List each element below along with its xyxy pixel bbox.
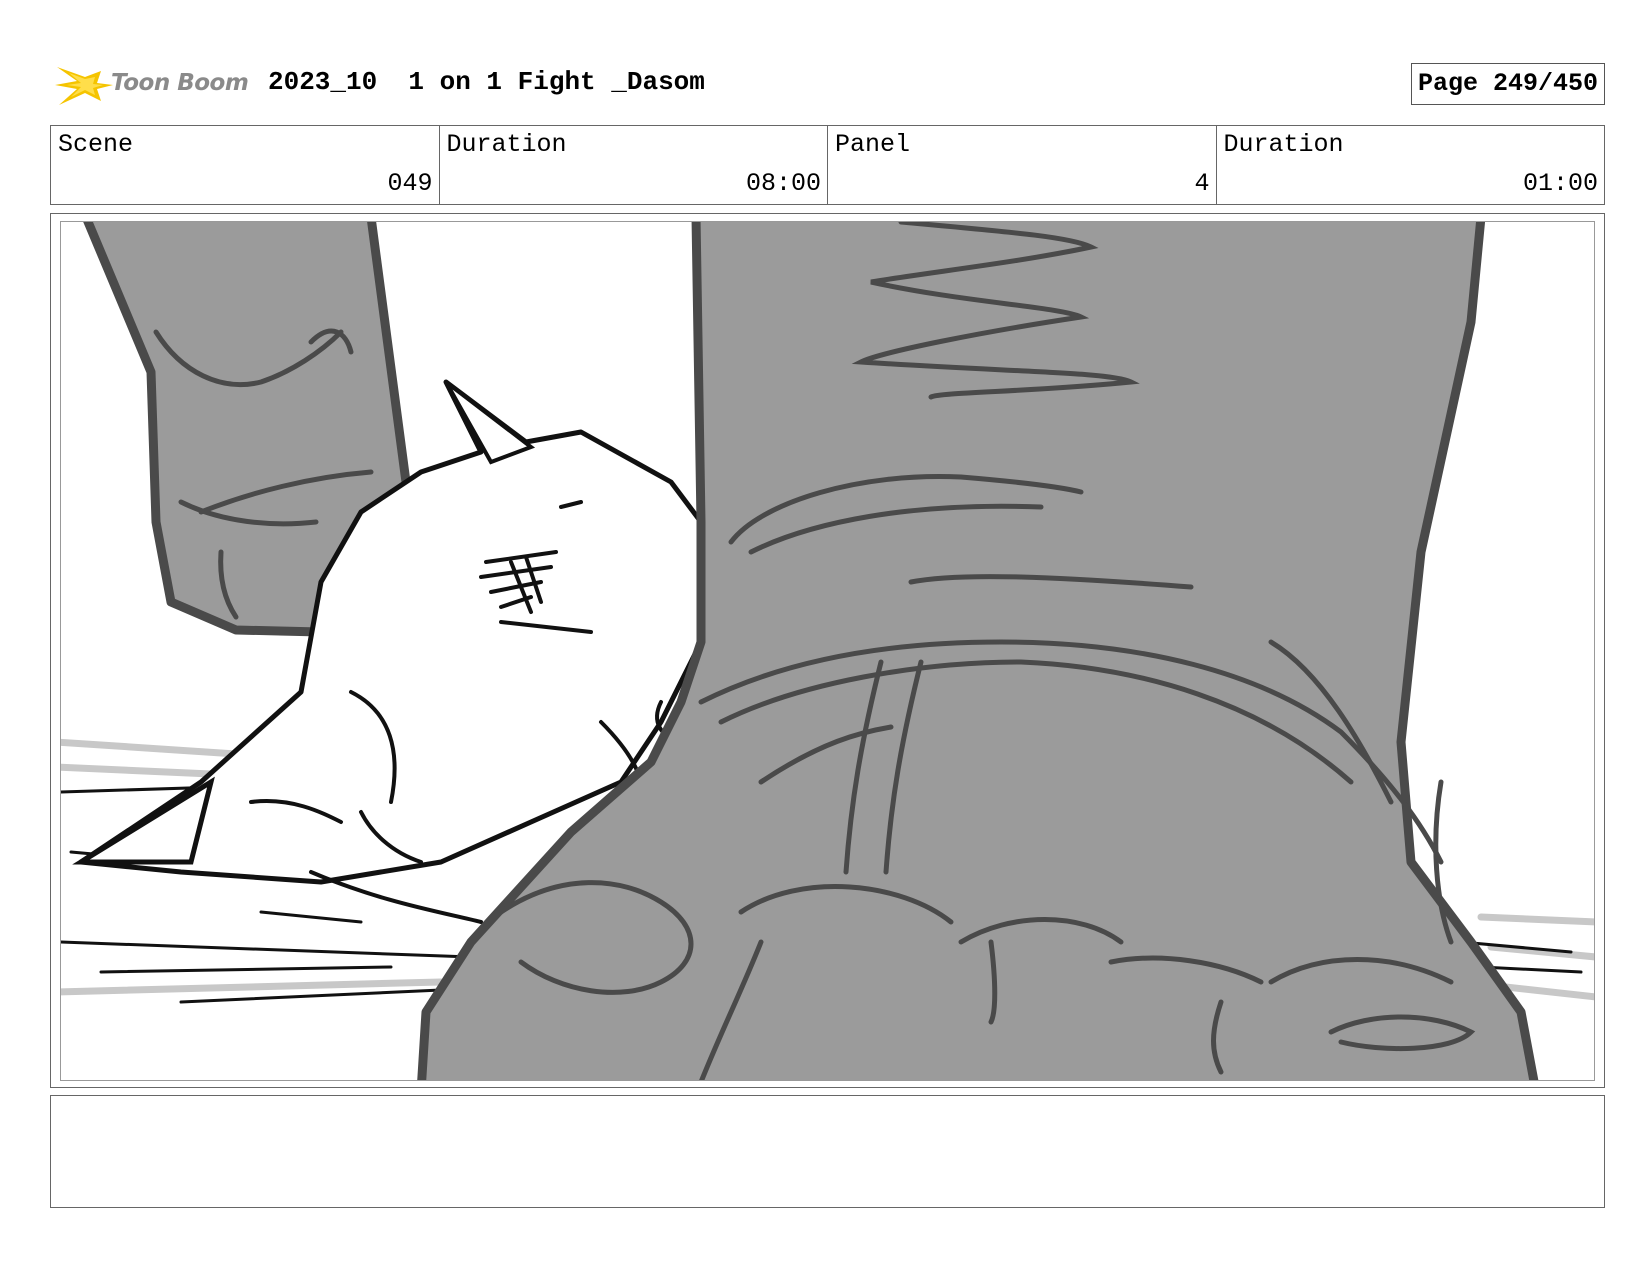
toon-boom-logo: Toon Boom [55, 59, 255, 105]
document-title: 2023_10 1 on 1 Fight _Dasom [268, 67, 705, 97]
scene-value: 049 [387, 169, 433, 198]
starburst-icon [55, 67, 113, 105]
panel-duration-value: 01:00 [1522, 169, 1598, 198]
panel-cell: Panel 4 [828, 126, 1217, 204]
storyboard-sketch [60, 221, 1595, 1081]
scene-duration-value: 08:00 [745, 169, 821, 198]
scene-cell: Scene 049 [51, 126, 440, 204]
scene-duration-label: Duration [446, 130, 567, 159]
panel-value: 4 [1194, 169, 1210, 198]
logo-wordmark: Toon Boom [111, 70, 249, 96]
scene-duration-cell: Duration 08:00 [440, 126, 828, 204]
panel-duration-label: Duration [1223, 130, 1344, 159]
panel-info-row: Scene 049 Duration 08:00 Panel 4 Duratio… [50, 125, 1605, 205]
panel-duration-cell: Duration 01:00 [1217, 126, 1605, 204]
sketch-drawing [61, 222, 1594, 1080]
scene-label: Scene [58, 130, 134, 159]
page-counter: Page 249/450 [1410, 63, 1605, 105]
panel-label: Panel [835, 130, 911, 159]
notes-box [50, 1095, 1605, 1208]
page-header: Toon Boom 2023_10 1 on 1 Fight _Dasom Pa… [50, 55, 1605, 110]
